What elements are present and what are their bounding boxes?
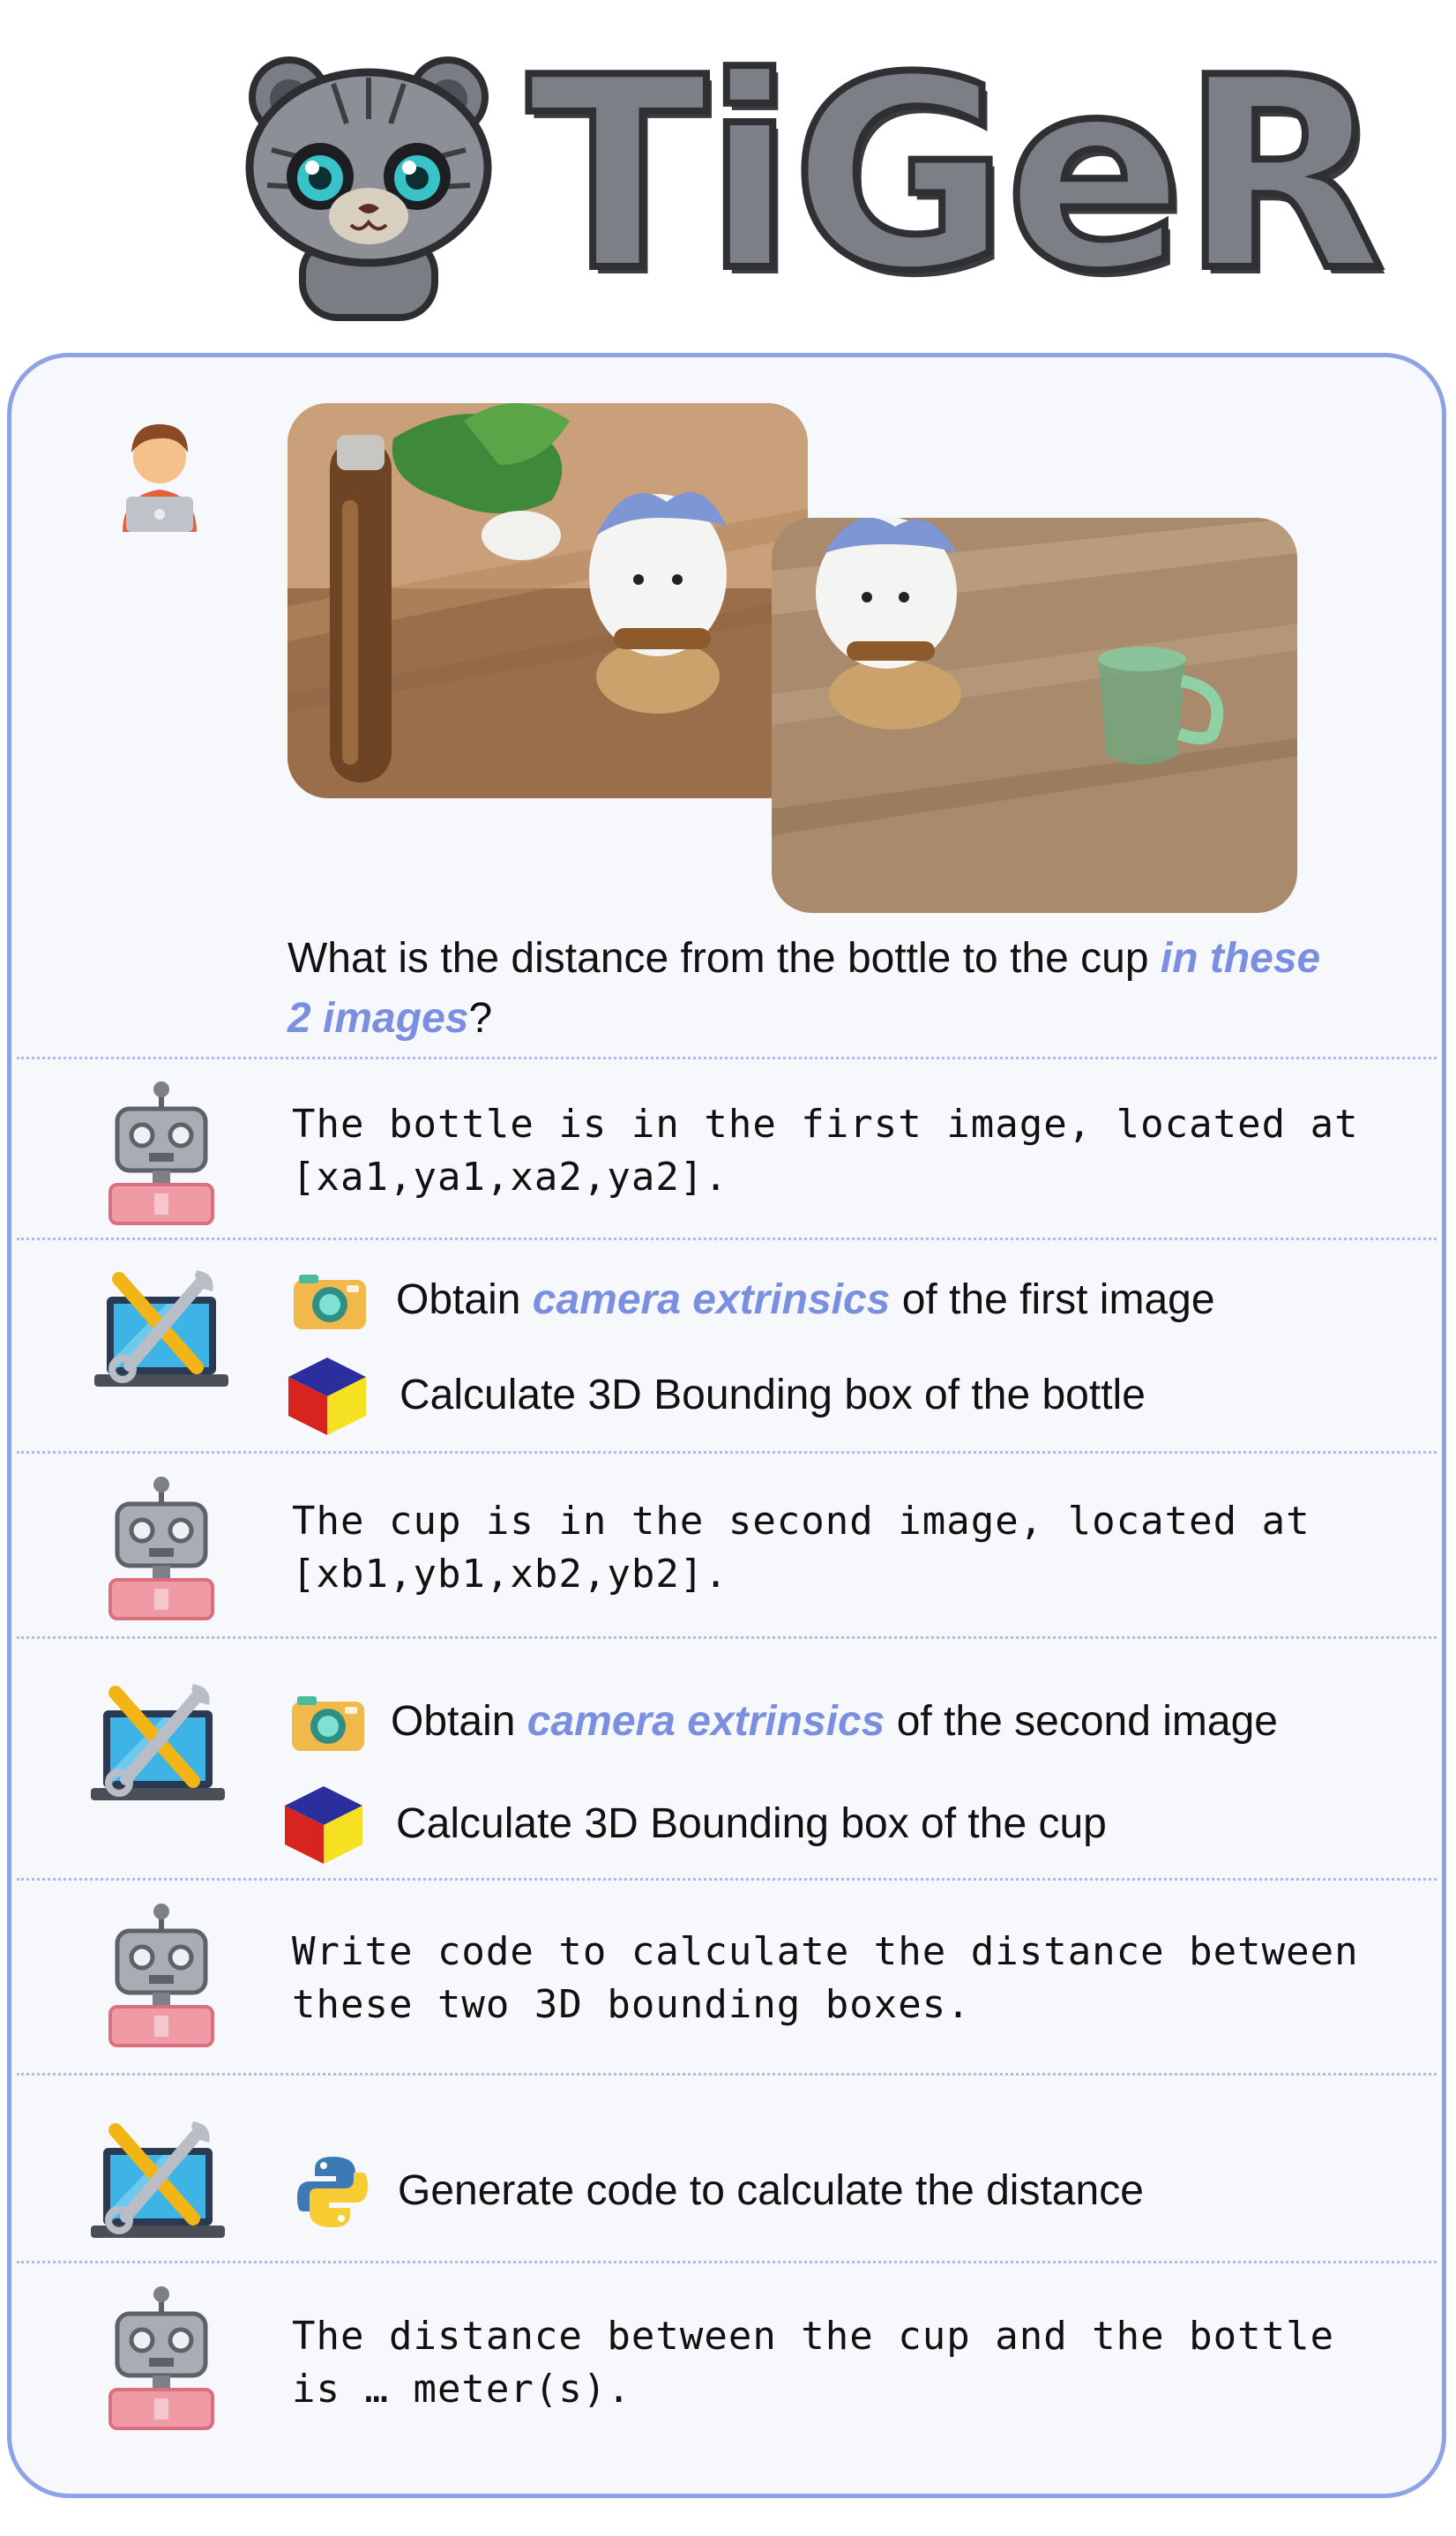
- separator: [17, 2073, 1437, 2076]
- separator: [17, 1878, 1437, 1881]
- robot-icon: [108, 1477, 214, 1620]
- user-query-end: ?: [468, 995, 493, 1042]
- tool-laptop-icon: [91, 2121, 225, 2238]
- robot-icon: [108, 1904, 214, 2047]
- tool-action-3-emphasis: camera extrinsics: [526, 1698, 885, 1745]
- robot-message-1-line-1: The bottle is in the first image, locate…: [292, 1102, 1359, 1147]
- tool-action-3: Obtain camera extrinsics of the second i…: [391, 1693, 1278, 1751]
- user-icon: [123, 424, 197, 532]
- logo-title: TiGeR: [524, 21, 1388, 329]
- tool-action-1-prefix: Obtain: [396, 1276, 533, 1323]
- user-query: What is the distance from the bottle to …: [287, 929, 1320, 1049]
- robot-icon: [108, 1081, 214, 1225]
- robot-icon: [108, 2286, 214, 2430]
- photo-first-image: [287, 403, 808, 798]
- cube-icon: [285, 1786, 362, 1864]
- photo-second-image: [772, 518, 1297, 913]
- robot-message-3-line-2: these two 3D bounding boxes.: [292, 1982, 971, 2027]
- tool-laptop-icon: [94, 1270, 228, 1387]
- robot-message-4: The distance between the cup and the bot…: [292, 2310, 1334, 2416]
- camera-icon: [294, 1275, 366, 1329]
- separator: [17, 1057, 1437, 1059]
- robot-message-4-line-2: is … meter(s).: [292, 2367, 631, 2412]
- tiger-mascot-logo: [245, 56, 492, 321]
- conversation-panel: What is the distance from the bottle to …: [7, 353, 1446, 2498]
- separator: [17, 1238, 1437, 1240]
- user-query-text: What is the distance from the bottle to …: [287, 935, 1161, 982]
- python-icon: [297, 2157, 368, 2227]
- user-query-highlight-2: 2 images: [287, 995, 469, 1042]
- robot-message-3-line-1: Write code to calculate the distance bet…: [292, 1929, 1359, 1974]
- tool-action-1: Obtain camera extrinsics of the first im…: [396, 1271, 1215, 1329]
- robot-message-2-line-2: [xb1,yb1,xb2,yb2].: [292, 1552, 728, 1597]
- tool-action-1-emphasis: camera extrinsics: [532, 1276, 891, 1323]
- tool-action-3-suffix: of the second image: [885, 1698, 1278, 1745]
- tool-action-5: Generate code to calculate the distance: [398, 2167, 1144, 2214]
- tool-action-1-suffix: of the first image: [890, 1276, 1215, 1323]
- cube-icon: [288, 1358, 366, 1435]
- tool-laptop-icon: [91, 1684, 225, 1800]
- tool-action-4: Calculate 3D Bounding box of the cup: [396, 1800, 1107, 1847]
- robot-message-2-line-1: The cup is in the second image, located …: [292, 1499, 1310, 1544]
- robot-message-3: Write code to calculate the distance bet…: [292, 1926, 1359, 2031]
- user-query-highlight: in these: [1160, 935, 1321, 982]
- robot-message-1: The bottle is in the first image, locate…: [292, 1098, 1359, 1204]
- camera-icon: [292, 1696, 364, 1751]
- separator: [17, 2261, 1437, 2263]
- tool-action-3-prefix: Obtain: [391, 1698, 527, 1745]
- separator: [17, 1636, 1437, 1639]
- tool-action-2: Calculate 3D Bounding box of the bottle: [399, 1372, 1146, 1418]
- robot-message-1-line-2: [xa1,ya1,xa2,ya2].: [292, 1155, 728, 1200]
- robot-message-4-line-1: The distance between the cup and the bot…: [292, 2314, 1335, 2359]
- robot-message-2: The cup is in the second image, located …: [292, 1495, 1310, 1601]
- separator: [17, 1451, 1437, 1454]
